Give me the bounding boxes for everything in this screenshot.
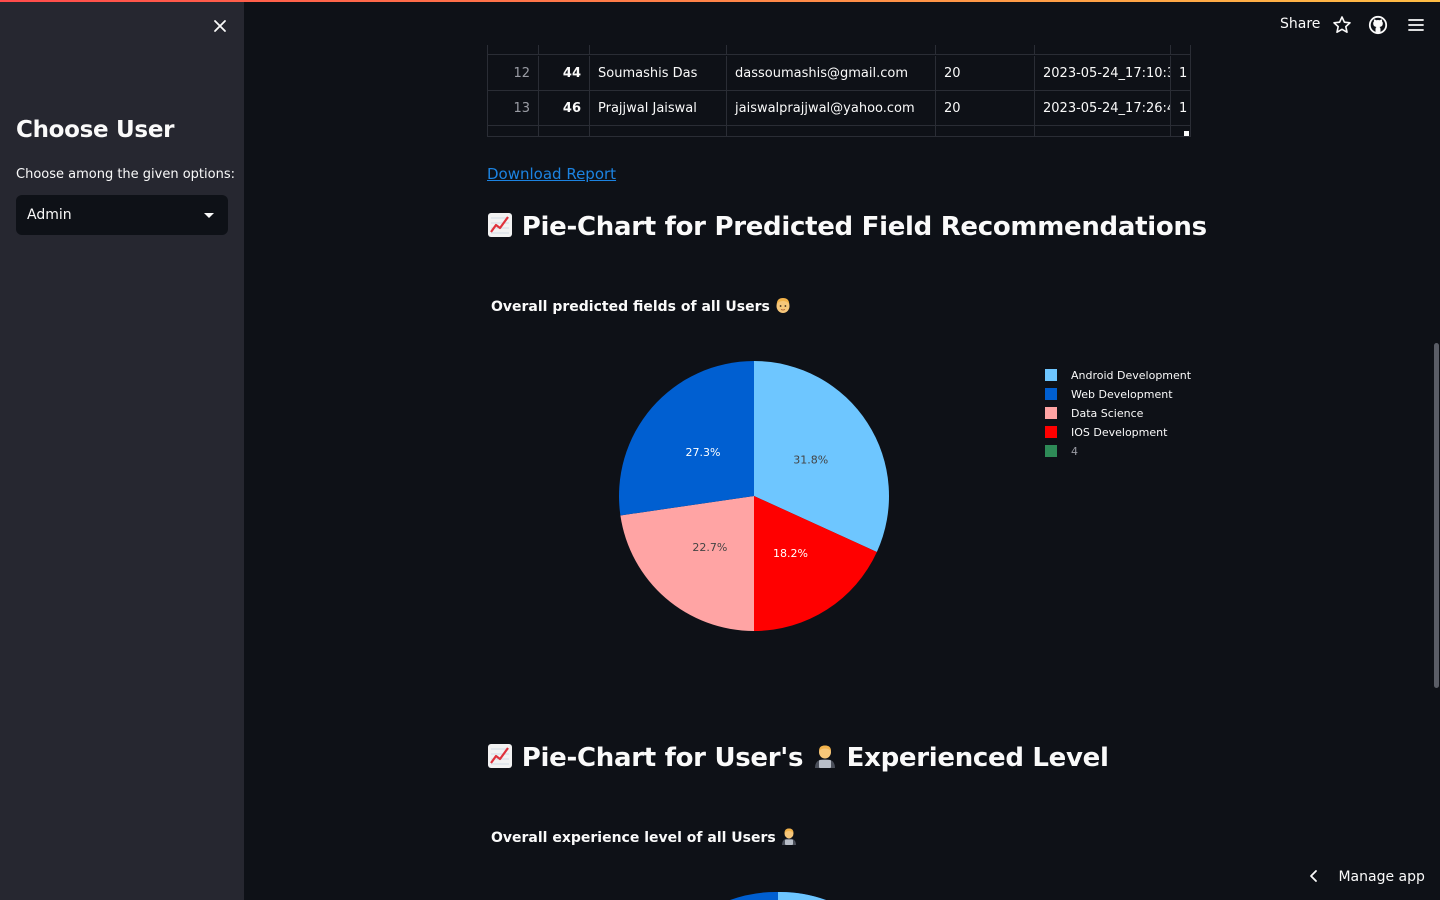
legend-label: Android Development [1071, 369, 1192, 382]
chart-increasing-icon [488, 744, 512, 768]
section-heading-predicted-fields: Pie-Chart for Predicted Field Recommenda… [487, 212, 1207, 242]
legend-label: Data Science [1071, 407, 1144, 420]
manage-app-label: Manage app [1338, 869, 1425, 885]
cell-age: 20 [936, 56, 1035, 91]
chevron-left-icon [1310, 870, 1317, 882]
table-row-partial [488, 126, 1190, 136]
sidebar-title: Choose User [16, 117, 175, 143]
page-scrollbar[interactable] [1434, 343, 1439, 688]
user-select-value: Admin [27, 207, 72, 223]
cell-name: Soumashis Das [590, 56, 727, 91]
cell-timestamp: 2023-05-24_17:26:47 [1035, 91, 1171, 126]
data-table[interactable]: 12 44 Soumashis Das dassoumashis@gmail.c… [487, 45, 1191, 137]
cell-email: jaiswalprajjwal@yahoo.com [727, 91, 936, 126]
man-emoji-icon [776, 298, 790, 313]
chart-title-experience: Overall experience level of all Users [491, 827, 797, 846]
github-icon [1368, 15, 1388, 35]
legend-label: 4 [1071, 445, 1078, 458]
table-row: 12 44 Soumashis Das dassoumashis@gmail.c… [488, 56, 1190, 91]
legend-label: IOS Development [1071, 426, 1168, 439]
pie-slice-data-science[interactable] [620, 496, 754, 631]
section-heading-experience-level: Pie-Chart for User's Experienced Level [487, 743, 1109, 773]
cell-email: dassoumashis@gmail.com [727, 56, 936, 91]
cell-id: 46 [539, 91, 590, 126]
pie-slice-web-development[interactable] [619, 361, 754, 516]
star-icon [1333, 16, 1351, 33]
cell-extra: 1 [1179, 101, 1188, 116]
cell-extra: 1 [1179, 66, 1188, 81]
pie-chart[interactable]: 31.8% 18.2% 22.7% 27.3% [610, 352, 900, 642]
cell-id: 44 [539, 56, 590, 91]
share-button[interactable]: Share [1280, 16, 1320, 32]
legend-label: Web Development [1071, 388, 1173, 401]
table-row: 13 46 Prajjwal Jaiswal jaiswalprajjwal@y… [488, 91, 1190, 126]
legend-swatch [1045, 388, 1057, 400]
table-resize-handle[interactable] [1184, 131, 1189, 136]
table-row-partial [488, 45, 1190, 55]
main-menu-button[interactable] [1406, 15, 1426, 35]
chart-title: Overall predicted fields of all Users [491, 296, 791, 315]
row-index: 12 [488, 56, 539, 91]
star-button[interactable] [1332, 15, 1352, 35]
cell-age: 20 [936, 91, 1035, 126]
legend-swatch [1045, 407, 1057, 419]
legend-swatch [1045, 426, 1057, 438]
chevron-down-icon [204, 213, 214, 218]
chart-increasing-icon [488, 213, 512, 237]
pie-value-label: 31.8% [793, 453, 828, 466]
select-label: Choose among the given options: [16, 167, 235, 182]
legend-swatch [1045, 445, 1057, 457]
cell-name: Prajjwal Jaiswal [590, 91, 727, 126]
cell-timestamp: 2023-05-24_17:10:37 [1035, 56, 1171, 91]
sidebar: Choose User Choose among the given optio… [0, 0, 244, 900]
pie-value-label: 18.2% [773, 547, 808, 560]
technologist-emoji-icon [781, 828, 796, 845]
pie-chart-experience-partial[interactable] [690, 884, 870, 900]
close-sidebar-button[interactable] [208, 14, 232, 38]
pie-value-label: 22.7% [692, 541, 727, 554]
pie-value-label: 27.3% [685, 446, 720, 459]
legend-swatch [1045, 369, 1057, 381]
manage-app-button[interactable]: Manage app [1306, 868, 1425, 885]
download-report-link[interactable]: Download Report [487, 165, 616, 183]
top-accent-bar [0, 0, 1440, 2]
row-index: 13 [488, 91, 539, 126]
technologist-emoji-icon [814, 745, 835, 768]
github-button[interactable] [1368, 15, 1388, 35]
section-heading-text: Pie-Chart for Predicted Field Recommenda… [521, 212, 1207, 242]
pie-slice [778, 891, 826, 900]
close-icon [214, 20, 226, 32]
user-select[interactable]: Admin [16, 195, 228, 235]
hamburger-menu-icon [1408, 19, 1424, 31]
